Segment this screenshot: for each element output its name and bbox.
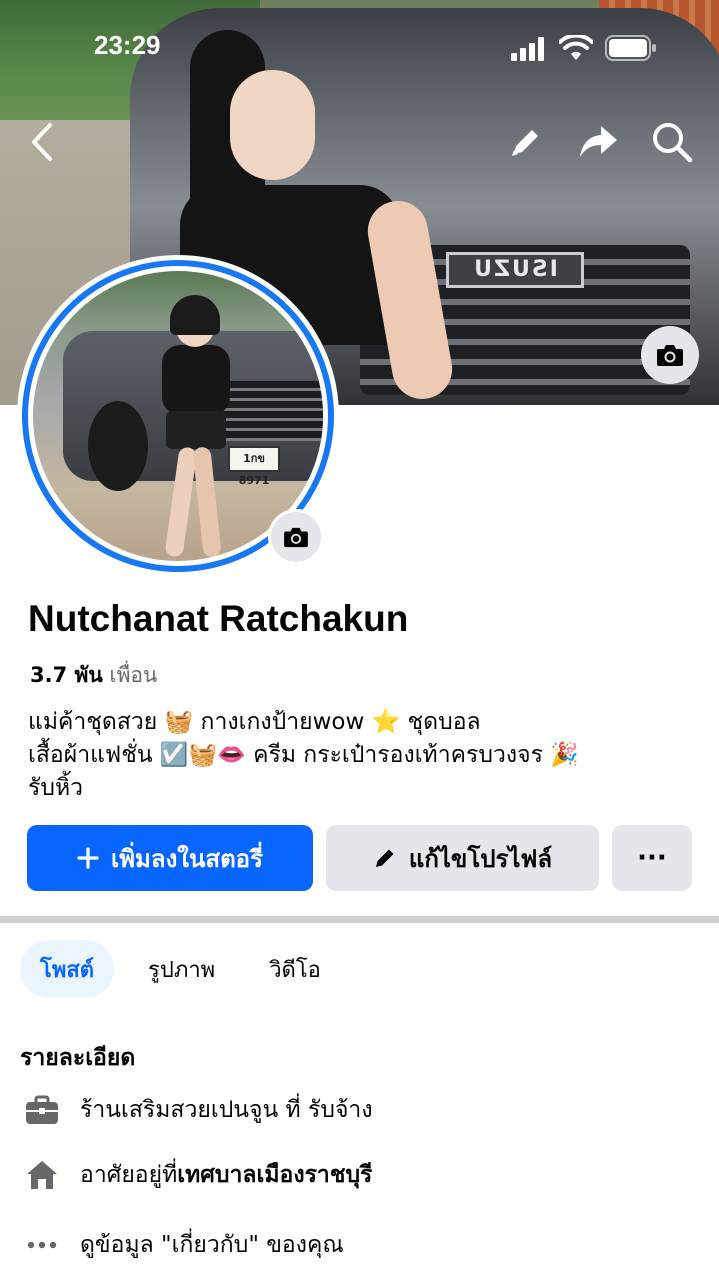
pencil-icon: [373, 846, 397, 870]
detail-work: ร้านเสริมสวยเปนจูน ที่ รับจ้าง: [20, 1085, 373, 1135]
about-link-text: ดูข้อมูล "เกี่ยวกับ" ของคุณ: [80, 1232, 344, 1258]
camera-icon: [284, 527, 308, 548]
edit-icon[interactable]: [504, 120, 548, 164]
share-icon[interactable]: [574, 118, 622, 166]
avatar-camera-button[interactable]: [268, 509, 324, 565]
lives-place[interactable]: เทศบาลเมืองราชบุรี: [177, 1157, 372, 1193]
add-to-story-label: เพิ่มลงในสตอรี่: [111, 844, 263, 873]
details-title: รายละเอียด: [20, 1045, 136, 1071]
edit-profile-label: แก้ไขโปรไฟล์: [408, 844, 553, 873]
more-options-button[interactable]: ···: [612, 825, 692, 891]
friends-count-value: 3.7 พัน: [30, 663, 103, 687]
camera-icon: [657, 345, 683, 366]
plus-icon: [77, 847, 99, 869]
friends-label: เพื่อน: [109, 663, 158, 687]
back-icon[interactable]: [22, 118, 62, 166]
cover-camera-button[interactable]: [641, 326, 699, 384]
detail-about-link[interactable]: ดูข้อมูล "เกี่ยวกับ" ของคุณ: [20, 1220, 344, 1270]
status-time: 23:29: [94, 30, 161, 60]
bio-line: เสื้อผ้าแฟชั่น ☑️🧺👄 ครีม กระเป๋ารองเท้าค…: [28, 742, 579, 768]
avatar-plate: 1กข 8971: [228, 446, 280, 487]
cover-truck-badge: ISUZU: [446, 252, 584, 288]
section-divider: [0, 916, 719, 923]
more-dots-icon: ···: [637, 843, 667, 873]
briefcase-icon: [20, 1088, 64, 1132]
search-icon[interactable]: [648, 118, 696, 166]
lives-prefix: อาศัยอยู่ที่: [80, 1162, 178, 1188]
work-text: ร้านเสริมสวยเปนจูน ที่ รับจ้าง: [80, 1097, 373, 1123]
battery-icon: [604, 34, 658, 62]
wifi-icon: [558, 33, 594, 63]
more-dots-icon: [20, 1223, 64, 1267]
profile-tabs: โพสต์ รูปภาพ วิดีโอ: [20, 940, 355, 998]
friends-count[interactable]: 3.7 พัน เพื่อน: [30, 659, 157, 692]
tab-videos[interactable]: วิดีโอ: [249, 940, 341, 998]
bio-line: รับหิ้ว: [28, 775, 84, 801]
home-icon: [20, 1153, 64, 1197]
profile-bio: แม่ค้าชุดสวย 🧺 กางเกงป้ายwow ⭐ ชุดบอล เส…: [28, 706, 698, 805]
profile-name: Nutchanat Ratchakun: [28, 598, 409, 639]
bio-line: แม่ค้าชุดสวย 🧺 กางเกงป้ายwow ⭐ ชุดบอล: [28, 709, 481, 735]
tab-photos[interactable]: รูปภาพ: [128, 940, 235, 998]
signal-icon: [508, 36, 548, 62]
tab-posts[interactable]: โพสต์: [20, 940, 115, 998]
add-to-story-button[interactable]: เพิ่มลงในสตอรี่: [27, 825, 313, 891]
edit-profile-button[interactable]: แก้ไขโปรไฟล์: [326, 825, 599, 891]
detail-lives-in: อาศัยอยู่ที่ เทศบาลเมืองราชบุรี: [20, 1150, 372, 1200]
